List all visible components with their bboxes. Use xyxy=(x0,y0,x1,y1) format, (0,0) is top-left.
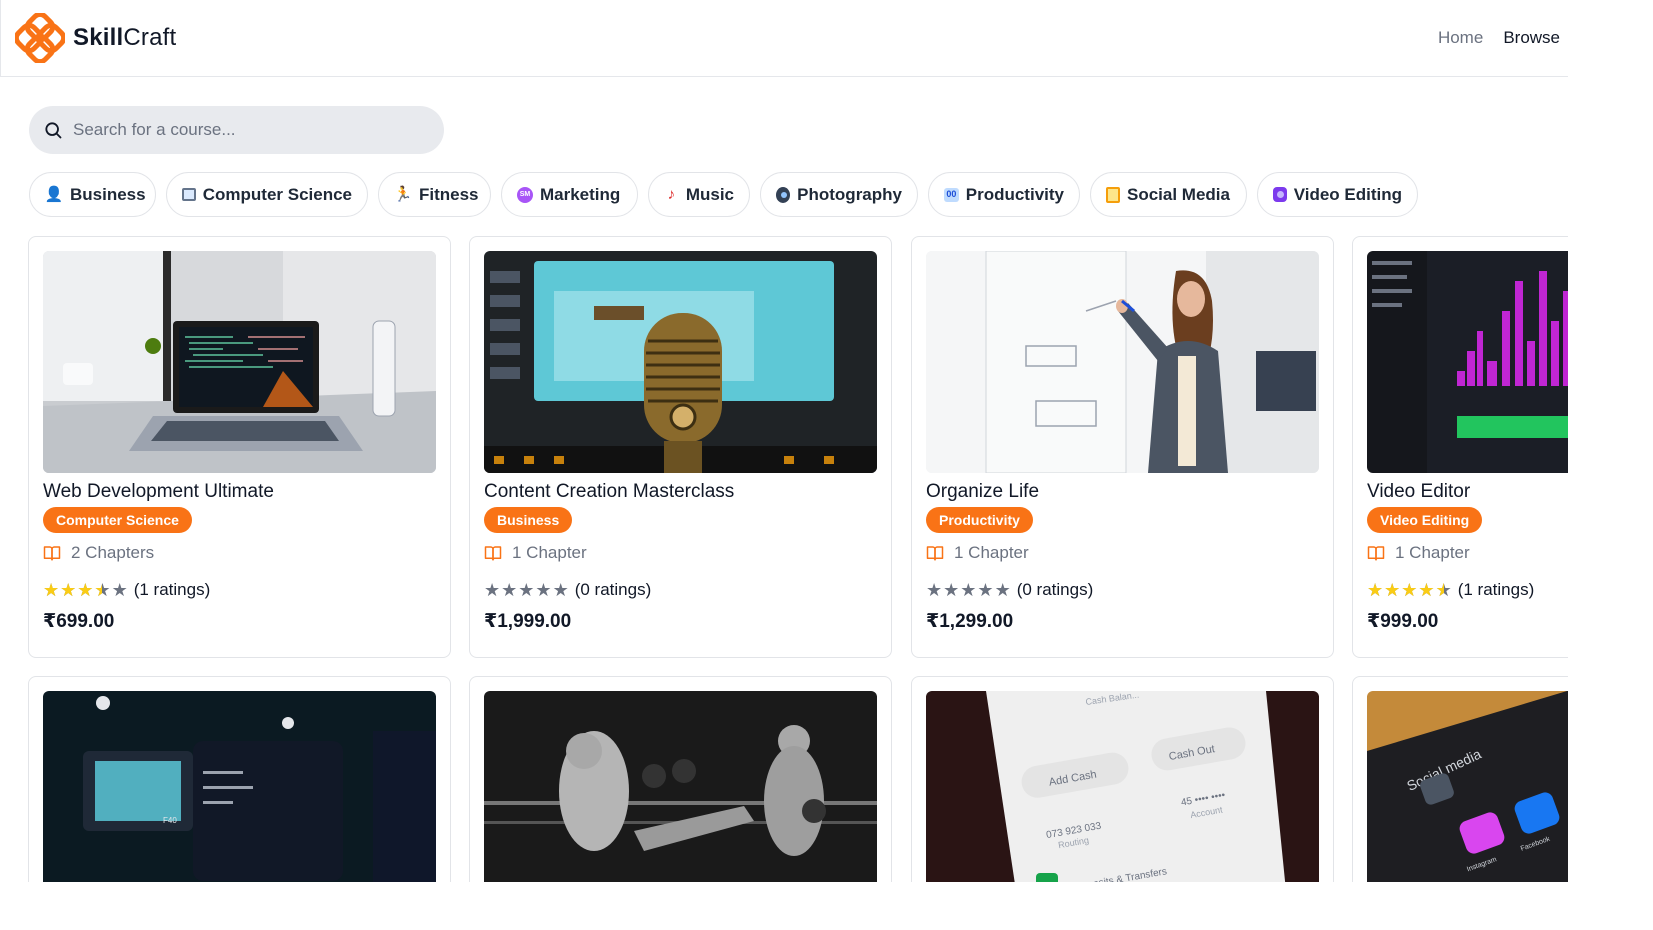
category-pill-social-media[interactable]: Social Media xyxy=(1090,172,1247,217)
course-card[interactable]: Cash Balan... Add Cash Cash Out 073 923 … xyxy=(911,676,1334,882)
course-category-badge: Video Editing xyxy=(1367,507,1483,533)
course-thumbnail-video-camera: F40 xyxy=(43,691,436,882)
search-icon xyxy=(45,122,62,139)
star-icon: ★ xyxy=(552,580,569,600)
person-icon: 👤 xyxy=(44,186,64,203)
skillcraft-logo-icon xyxy=(15,13,65,63)
course-category-badge: Business xyxy=(484,507,573,533)
category-pill-business[interactable]: 👤 Business xyxy=(29,172,156,217)
search-bar[interactable] xyxy=(29,106,444,154)
star-icon: ★★ xyxy=(43,580,60,600)
infinity-icon: 00 xyxy=(944,187,959,202)
book-open-icon xyxy=(926,546,944,561)
runner-icon: 🏃 xyxy=(393,186,413,203)
star-icon: ★★ xyxy=(94,580,111,600)
nav-browse-link[interactable]: Browse xyxy=(1503,28,1560,48)
star-icon: ★★ xyxy=(77,580,94,600)
search-input[interactable] xyxy=(73,120,413,140)
star-rating: ★★★★★★★★★ xyxy=(43,581,128,599)
camera-label: F40 xyxy=(163,816,177,825)
course-title: Content Creation Masterclass xyxy=(484,481,735,502)
star-icon: ★ xyxy=(943,580,960,600)
course-thumbnail-microphone xyxy=(484,251,877,473)
course-title: Organize Life xyxy=(926,481,1040,502)
star-icon: ★ xyxy=(111,580,128,600)
star-icon: ★ xyxy=(518,580,535,600)
star-icon: ★★ xyxy=(1418,580,1435,600)
course-rating: ★★★★★★★★★ (1 ratings) xyxy=(43,580,211,600)
category-pill-computer-science[interactable]: Computer Science xyxy=(166,172,368,217)
star-icon: ★★ xyxy=(1384,580,1401,600)
course-card[interactable]: Content Creation Masterclass Business 1 … xyxy=(469,236,892,658)
star-icon: ★★ xyxy=(1435,580,1452,600)
course-chapters: 1 Chapter xyxy=(1367,543,1568,563)
camera-icon xyxy=(1273,187,1287,202)
course-card[interactable]: Video Editor Video Editing 1 Chapter ★ ★ ★… xyxy=(1352,236,1568,658)
category-pill-productivity[interactable]: 00 Productivity xyxy=(928,172,1080,217)
course-card[interactable]: Social media Instagram Facebook xyxy=(1352,676,1568,882)
course-title: Video Editor xyxy=(1367,481,1471,502)
nav-home-link[interactable]: Home xyxy=(1438,28,1483,48)
course-chapters: 2 Chapters xyxy=(43,543,436,563)
course-title: Web Development Ultimate xyxy=(43,481,274,502)
course-price: ₹1,299.00 xyxy=(926,611,1014,632)
logo[interactable]: SkillCraft xyxy=(15,13,176,63)
course-rating: ★ ★ ★ ★ ★ (0 ratings) xyxy=(926,580,1094,600)
book-icon xyxy=(1106,186,1120,203)
brand-name: SkillCraft xyxy=(73,24,177,51)
navbar: SkillCraft Home Browse xyxy=(0,0,1568,77)
course-rating: ★ ★ ★ ★ ★ (0 ratings) xyxy=(484,580,652,600)
course-thumbnail-kickboxing xyxy=(484,691,877,882)
category-pill-photography[interactable]: Photography xyxy=(760,172,918,217)
star-icon: ★★ xyxy=(60,580,77,600)
book-open-icon xyxy=(484,546,502,561)
music-note-icon: ♪ xyxy=(667,186,676,203)
course-chapters: 1 Chapter xyxy=(484,543,877,563)
book-open-icon xyxy=(43,546,61,561)
star-rating: ★★★★★★★★★★ xyxy=(1367,581,1452,599)
course-thumbnail-phone-banking: Cash Balan... Add Cash Cash Out 073 923 … xyxy=(926,691,1319,882)
star-icon: ★ xyxy=(960,580,977,600)
course-card[interactable] xyxy=(469,676,892,882)
computer-icon xyxy=(182,188,196,201)
course-card[interactable]: F40 xyxy=(28,676,451,882)
star-rating: ★ ★ ★ ★ ★ xyxy=(484,581,569,599)
star-icon: ★★ xyxy=(1401,580,1418,600)
course-price: ₹1,999.00 xyxy=(484,611,572,632)
book-open-icon xyxy=(1367,546,1385,561)
star-icon: ★ xyxy=(484,580,501,600)
course-chapters: 1 Chapter xyxy=(926,543,1319,563)
star-icon: ★ xyxy=(535,580,552,600)
course-thumbnail-video-timeline xyxy=(1367,251,1568,473)
course-category-badge: Productivity xyxy=(926,507,1033,533)
course-category-badge: Computer Science xyxy=(43,507,192,533)
course-thumbnail-laptop xyxy=(43,251,436,473)
category-pill-music[interactable]: ♪ Music xyxy=(648,172,750,217)
course-card[interactable]: Web Development Ultimate Computer Scienc… xyxy=(28,236,451,658)
star-icon: ★ xyxy=(977,580,994,600)
page: SkillCraft Home Browse 👤 Business Comput… xyxy=(0,0,1568,882)
category-pill-marketing[interactable]: SM Marketing xyxy=(501,172,638,217)
course-card[interactable]: Organize Life Productivity 1 Chapter ★ ★ ★… xyxy=(911,236,1334,658)
course-thumbnail-social-apps: Social media Instagram Facebook xyxy=(1367,691,1568,882)
category-pill-video-editing[interactable]: Video Editing xyxy=(1257,172,1418,217)
course-price: ₹999.00 xyxy=(1367,611,1439,632)
sm-badge-icon: SM xyxy=(517,186,533,203)
course-price: ₹699.00 xyxy=(43,611,115,632)
nav-links: Home Browse xyxy=(1438,28,1560,48)
star-icon: ★ xyxy=(994,580,1011,600)
course-thumbnail-whiteboard xyxy=(926,251,1319,473)
category-pill-fitness[interactable]: 🏃 Fitness xyxy=(378,172,491,217)
film-reel-icon xyxy=(776,186,791,203)
star-icon: ★★ xyxy=(1367,580,1384,600)
star-icon: ★ xyxy=(501,580,518,600)
star-rating: ★ ★ ★ ★ ★ xyxy=(926,581,1011,599)
category-filter-bar: 👤 Business Computer Science 🏃 Fitness SM… xyxy=(29,172,1418,218)
star-icon: ★ xyxy=(926,580,943,600)
course-rating: ★★★★★★★★★★ (1 ratings) xyxy=(1367,580,1535,600)
